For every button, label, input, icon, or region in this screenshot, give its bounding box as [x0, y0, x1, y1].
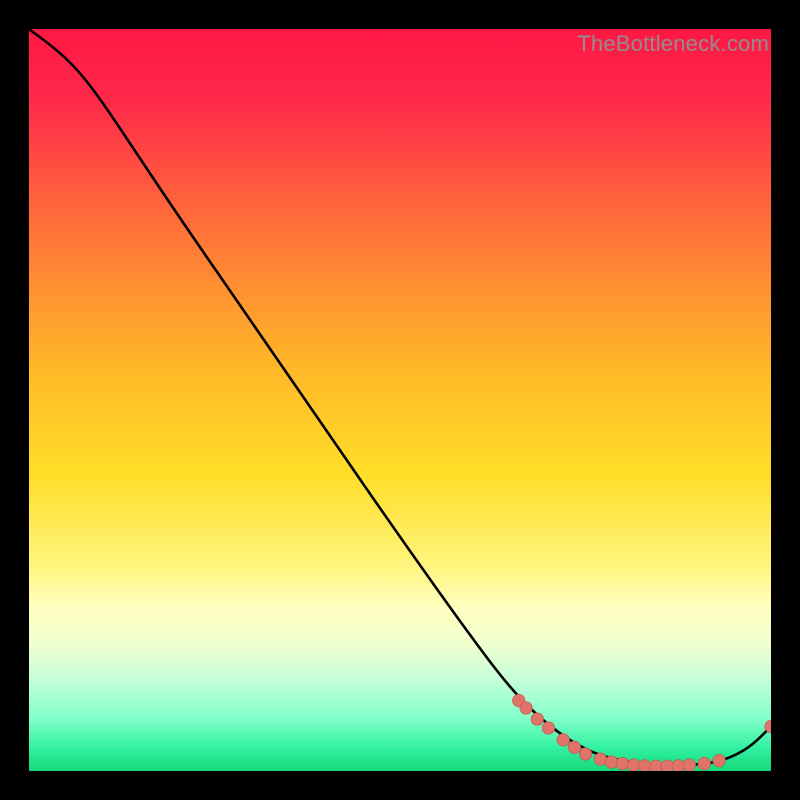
curve-layer	[29, 29, 771, 771]
data-point	[713, 754, 725, 766]
data-point	[683, 759, 695, 771]
data-point	[698, 757, 710, 769]
data-point	[520, 702, 532, 714]
bottleneck-curve	[29, 29, 771, 765]
data-point	[557, 734, 569, 746]
data-point	[568, 741, 580, 753]
data-point	[594, 753, 606, 765]
data-point	[650, 760, 662, 771]
data-point	[672, 760, 684, 771]
data-point	[542, 722, 554, 734]
data-point	[605, 756, 617, 768]
watermark-text: TheBottleneck.com	[577, 31, 769, 57]
chart-frame: TheBottleneck.com	[0, 0, 800, 800]
data-point	[579, 748, 591, 760]
data-point	[661, 760, 673, 771]
plot-area: TheBottleneck.com	[29, 29, 771, 771]
data-point	[531, 713, 543, 725]
data-points	[513, 694, 771, 771]
data-point	[639, 760, 651, 771]
data-point	[628, 759, 640, 771]
data-point	[616, 757, 628, 769]
